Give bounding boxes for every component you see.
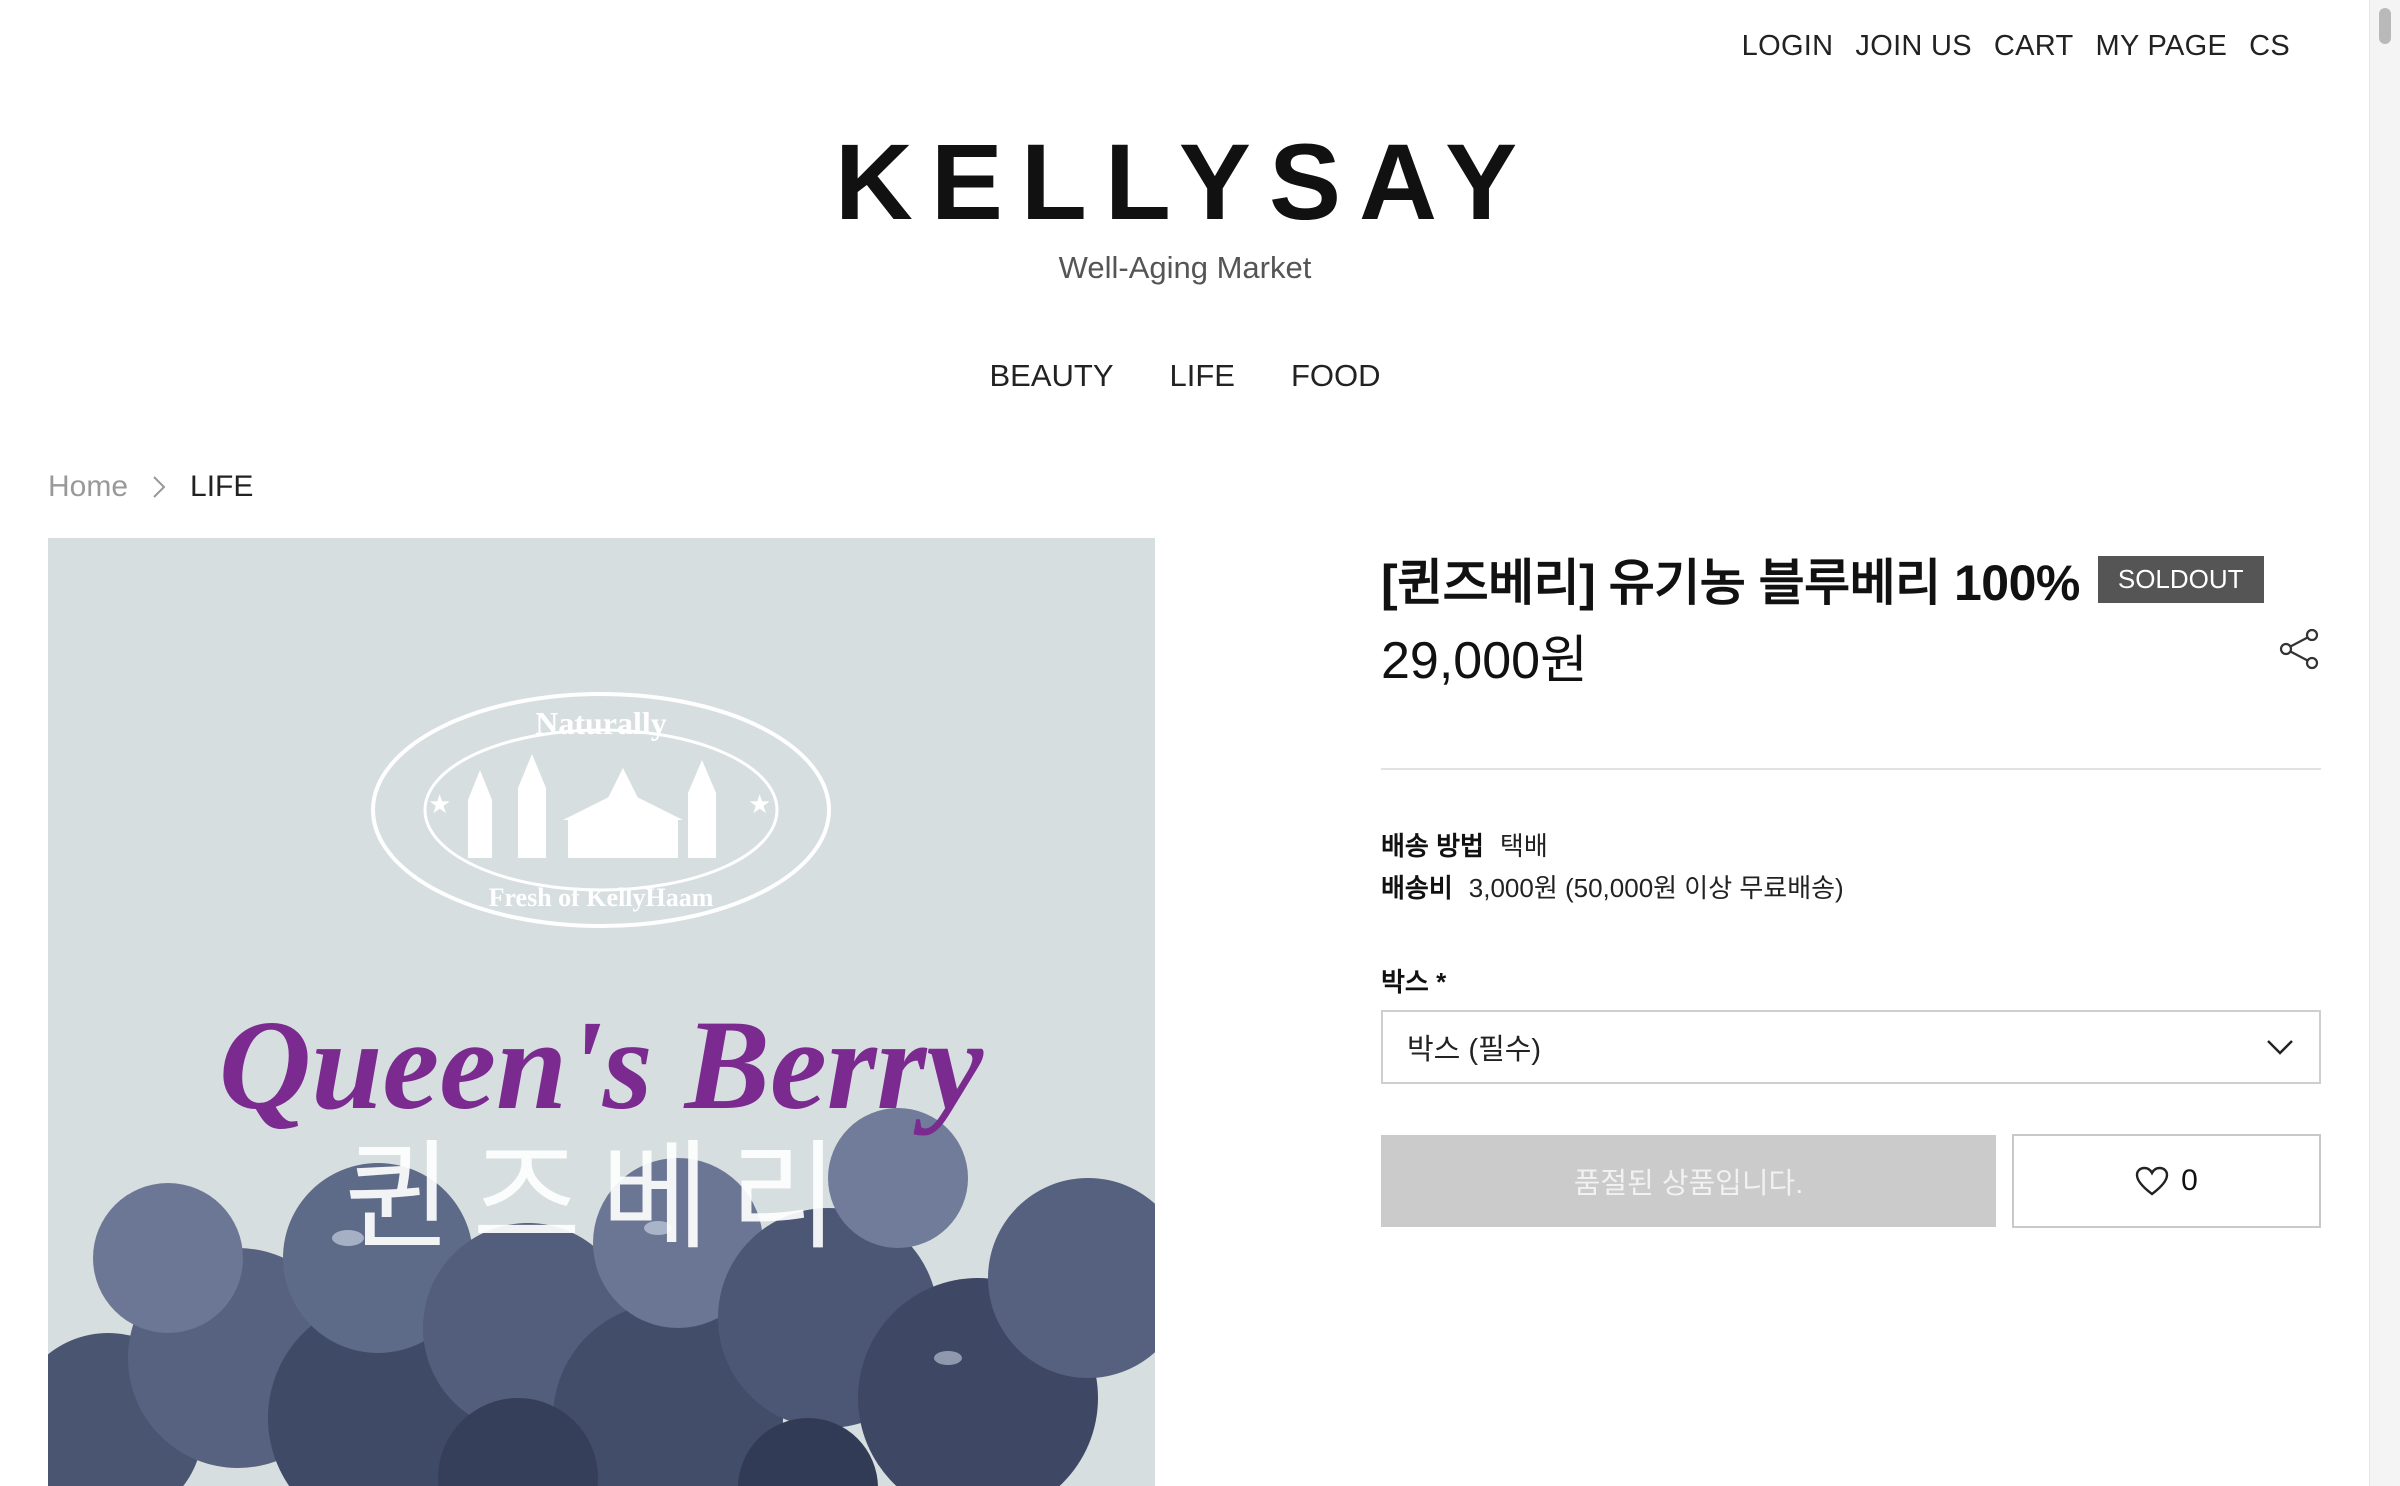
product-title: [퀸즈베리] 유기농 블루베리 100% xyxy=(1381,555,2080,611)
shipping-fee-value: 3,000원 (50,000원 이상 무료배송) xyxy=(1468,873,1844,903)
box-option-selected: 박스 (필수) xyxy=(1407,1034,1542,1066)
shipping-method-row: 배송 방법 택배 xyxy=(1381,826,1548,863)
site-logo[interactable]: KELLYSAY xyxy=(0,128,2370,236)
heart-icon xyxy=(2135,1166,2169,1196)
join-us-link[interactable]: JOIN US xyxy=(1855,30,1972,63)
soldout-button[interactable]: 품절된 상품입니다. xyxy=(1381,1135,1996,1227)
shipping-method-value: 택배 xyxy=(1499,831,1548,861)
wishlist-count: 0 xyxy=(2181,1164,2198,1197)
box-option-select[interactable]: 박스 (필수) xyxy=(1381,1010,2321,1084)
product-photo: ★ ★ Naturally Fresh of KellyHaam Queen's… xyxy=(48,538,1155,1486)
page-scrollbar[interactable] xyxy=(2369,0,2400,1486)
nav-beauty[interactable]: BEAUTY xyxy=(989,358,1113,394)
seal-top-text: Naturally xyxy=(535,705,667,741)
brand-korean-text: 퀸즈베리 xyxy=(344,1128,858,1266)
option-label: 박스 * xyxy=(1381,967,1447,997)
main-nav: BEAUTY LIFE FOOD xyxy=(0,358,2370,394)
brand-script-text: Queen's Berry xyxy=(219,994,985,1136)
top-utility-nav: LOGIN JOIN US CART MY PAGE CS xyxy=(1742,30,2290,63)
chevron-right-icon xyxy=(153,476,166,498)
svg-text:★: ★ xyxy=(428,790,451,819)
my-page-link[interactable]: MY PAGE xyxy=(2096,30,2228,63)
naturally-seal-logo: ★ ★ Naturally Fresh of KellyHaam xyxy=(371,692,831,928)
soldout-badge: SOLDOUT xyxy=(2097,555,2264,603)
scrollbar-thumb[interactable] xyxy=(2379,8,2391,44)
login-link[interactable]: LOGIN xyxy=(1742,30,1834,63)
cart-link[interactable]: CART xyxy=(1994,30,2074,63)
breadcrumb-current: LIFE xyxy=(190,470,254,503)
wishlist-button[interactable]: 0 xyxy=(2012,1134,2321,1228)
breadcrumb-home[interactable]: Home xyxy=(48,470,128,504)
seal-bottom-text: Fresh of KellyHaam xyxy=(489,883,714,912)
shipping-fee-label: 배송비 xyxy=(1381,873,1453,903)
svg-text:★: ★ xyxy=(748,790,771,819)
breadcrumb: Home LIFE xyxy=(48,470,253,504)
shipping-method-label: 배송 방법 xyxy=(1381,831,1484,861)
divider xyxy=(1381,768,2321,770)
share-icon[interactable] xyxy=(2278,628,2320,670)
chevron-down-icon xyxy=(2267,1040,2293,1055)
nav-life[interactable]: LIFE xyxy=(1170,358,1235,394)
product-title-row: [퀸즈베리] 유기농 블루베리 100% SOLDOUT xyxy=(1381,543,2264,615)
product-image: ★ ★ Naturally Fresh of KellyHaam Queen's… xyxy=(48,538,1155,1486)
site-tagline: Well-Aging Market xyxy=(1058,250,1312,285)
shipping-fee-row: 배송비 3,000원 (50,000원 이상 무료배송) xyxy=(1381,868,1844,905)
product-price: 29,000원 xyxy=(1381,632,1588,690)
cs-link[interactable]: CS xyxy=(2249,30,2290,63)
nav-food[interactable]: FOOD xyxy=(1291,358,1381,394)
